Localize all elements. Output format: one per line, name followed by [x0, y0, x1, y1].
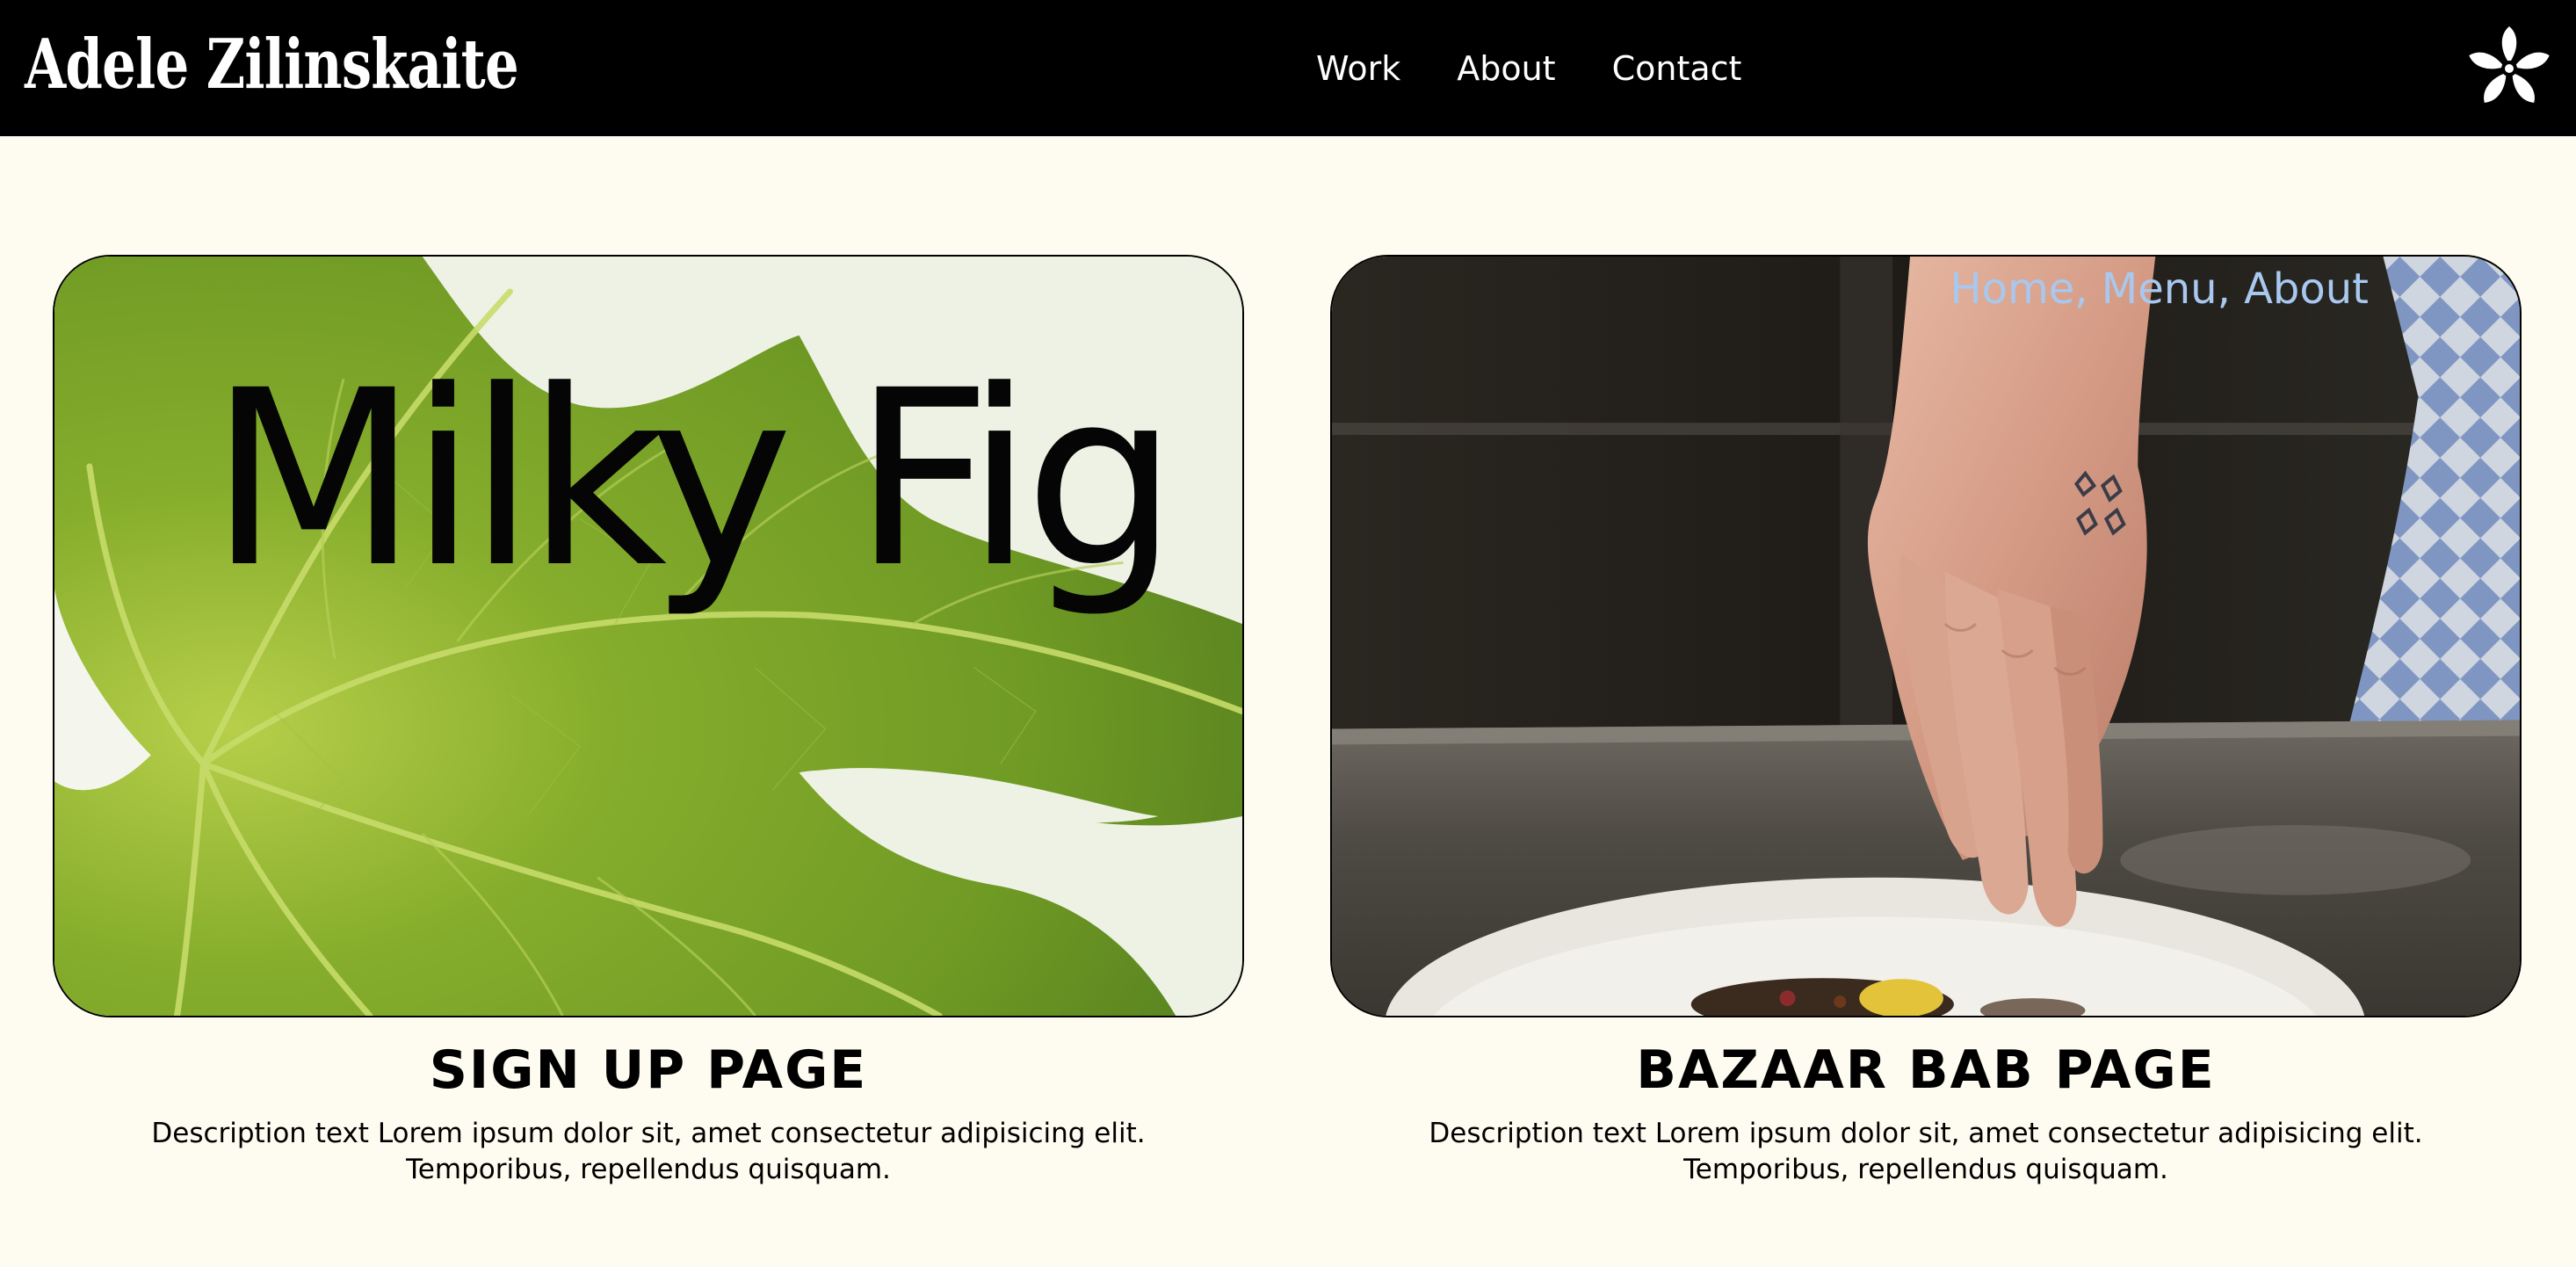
card-description-line: Description text Lorem ipsum dolor sit, … [1429, 1118, 2423, 1149]
card-description-line: Description text Lorem ipsum dolor sit, … [151, 1118, 1146, 1149]
card-description-line: Temporibus, repellendus quisquam. [406, 1154, 891, 1185]
nav-link-work[interactable]: Work [1316, 42, 1400, 95]
card-overlay-title: Milky Fig [209, 339, 1178, 621]
flower-icon[interactable] [2465, 25, 2553, 112]
card-overlay-nav-links: Home, Menu, About [1950, 264, 2369, 314]
site-header: Adele Zilinskaite Work About Contact [0, 0, 2576, 136]
nav-link-about[interactable]: About [1457, 42, 1555, 95]
card-title[interactable]: BAZAAR BAB PAGE [1330, 1033, 2522, 1107]
site-logo[interactable]: Adele Zilinskaite [25, 21, 519, 109]
main-nav: Work About Contact [1316, 42, 1798, 95]
card-caption-sign-up: SIGN UP PAGE Description text Lorem ipsu… [53, 1033, 1244, 1188]
project-card-milky-fig[interactable]: Milky Fig [53, 255, 1244, 1017]
card-caption-bazaar-bab: BAZAAR BAB PAGE Description text Lorem i… [1330, 1033, 2522, 1188]
nav-link-contact[interactable]: Contact [1612, 42, 1742, 95]
card-title[interactable]: SIGN UP PAGE [53, 1033, 1244, 1107]
chef-hand-image [1332, 257, 2520, 1016]
card-description: Description text Lorem ipsum dolor sit, … [1330, 1116, 2522, 1188]
project-card-bazaar-bab[interactable]: Home, Menu, About [1330, 255, 2522, 1017]
card-description-line: Temporibus, repellendus quisquam. [1683, 1154, 2168, 1185]
card-description: Description text Lorem ipsum dolor sit, … [53, 1116, 1244, 1188]
